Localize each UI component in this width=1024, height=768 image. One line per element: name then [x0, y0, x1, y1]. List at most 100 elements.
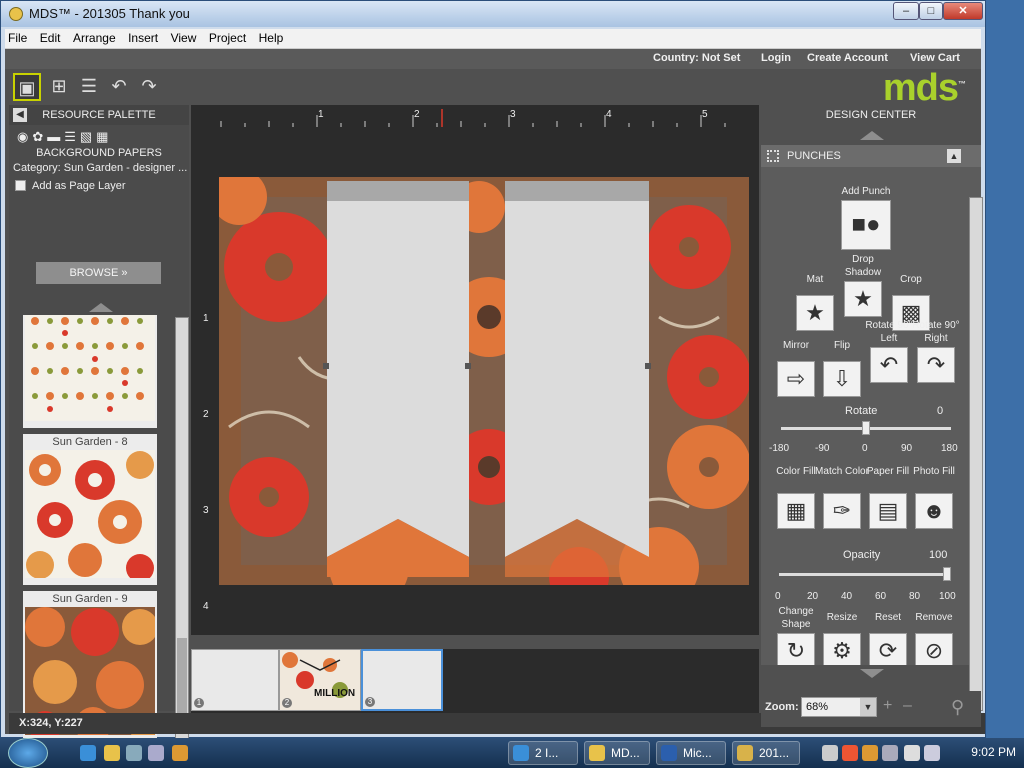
grid-icon [767, 150, 779, 162]
page-thumbnail[interactable]: MILLION 2 [279, 649, 361, 711]
drop-shadow-tool[interactable]: Drop Shadow ★ [837, 253, 889, 317]
zoom-out-button[interactable]: – [903, 697, 912, 715]
zoom-select[interactable]: 68% ▼ [801, 697, 877, 717]
volume-icon[interactable] [924, 745, 940, 761]
tray-icon[interactable] [842, 745, 858, 761]
paper-fill-icon[interactable]: ▤ [869, 493, 907, 529]
reset-icon[interactable]: ⟳ [869, 633, 907, 665]
menu-file[interactable]: File [5, 29, 30, 47]
photo-fill-tool[interactable]: Photo Fill ☻ [905, 465, 963, 529]
ruler-ticks [220, 109, 726, 127]
menu-arrange[interactable]: Arrange [70, 29, 119, 47]
opacity-slider-knob[interactable] [943, 567, 951, 581]
country-link[interactable]: Country: Not Set [653, 52, 740, 64]
remove-tool[interactable]: Remove ⊘ [905, 605, 963, 665]
task-icon [661, 745, 677, 761]
create-account-link[interactable]: Create Account [807, 52, 888, 64]
add-page-layer-checkbox[interactable]: Add as Page Layer [9, 177, 189, 195]
menu-view[interactable]: View [168, 29, 200, 47]
opacity-tick: 100 [939, 591, 956, 602]
task-icon [737, 745, 753, 761]
network-icon[interactable] [904, 745, 920, 761]
palette-scrollbar[interactable] [175, 317, 189, 742]
maximize-button[interactable]: □ [919, 2, 943, 20]
design-canvas[interactable] [219, 127, 759, 635]
collapse-palette-icon[interactable]: ◀ [13, 108, 27, 122]
palette-category-icons[interactable]: ◉✿▬☰▧▦ [9, 125, 189, 147]
zoom-value: 68% [806, 701, 829, 713]
dc-scroll-down-icon[interactable] [860, 669, 884, 678]
checkbox-box[interactable] [15, 180, 26, 191]
rotate-slider-knob[interactable] [862, 421, 870, 435]
rotate-tick: -90 [815, 443, 830, 454]
flip-icon[interactable]: ⇩ [823, 361, 861, 397]
page-thumbnail[interactable]: 1 [191, 649, 279, 711]
tray-icon[interactable] [822, 745, 838, 761]
change-shape-icon[interactable]: ↻ [777, 633, 815, 665]
remove-icon[interactable]: ⊘ [915, 633, 953, 665]
login-link[interactable]: Login [761, 52, 791, 64]
rotate-left-icon[interactable]: ↶ [870, 347, 908, 383]
color-fill-icon[interactable]: ▦ [777, 493, 815, 529]
ie-icon[interactable] [80, 745, 96, 761]
menu-help[interactable]: Help [256, 29, 287, 47]
eyedropper-icon[interactable]: ✑ [823, 493, 861, 529]
page-thumbnails: 1 MILLION 2 3 [191, 649, 759, 713]
collapse-section-icon[interactable]: ▲ [947, 149, 961, 163]
add-punch-tool[interactable]: Add Punch ■● [833, 185, 899, 250]
search-icon[interactable]: ⚲ [951, 697, 964, 718]
view-cart-link[interactable]: View Cart [910, 52, 960, 64]
punches-header[interactable]: PUNCHES ▲ [761, 145, 981, 167]
taskbar-item[interactable]: MD... [584, 741, 650, 765]
layout-view-icon[interactable]: ⊞ [45, 73, 73, 101]
desktop-icon[interactable] [126, 745, 142, 761]
mirror-icon[interactable]: ⇨ [777, 361, 815, 397]
design-center-panel: PUNCHES ▲ Add Punch ■● Mat ★ Drop Shadow… [761, 145, 981, 665]
taskbar-item[interactable]: 201... [732, 741, 800, 765]
redo-icon[interactable]: ↷ [135, 73, 163, 101]
rotate-right-tool[interactable]: Rotate 90° Right ↷ [905, 319, 967, 383]
tray-icon[interactable] [862, 745, 878, 761]
sun-garden-8-pattern [25, 450, 155, 582]
tray-icon[interactable] [882, 745, 898, 761]
design-center-scrollbar[interactable] [969, 197, 983, 711]
browse-button[interactable]: BROWSE » [36, 262, 161, 284]
palette-title: RESOURCE PALETTE [42, 109, 156, 121]
shapes-icon[interactable]: ■● [841, 200, 891, 250]
switch-windows-icon[interactable] [148, 745, 164, 761]
argyle-pattern [25, 315, 155, 421]
design-view-icon[interactable]: ▣ [13, 73, 41, 101]
close-button[interactable]: ✕ [943, 2, 983, 20]
rotate-right-icon[interactable]: ↷ [917, 347, 955, 383]
title-bar[interactable]: MDS™ - 201305 Thank you – □ ✕ [1, 1, 985, 27]
start-button[interactable] [8, 738, 48, 768]
rotate-value: 0 [937, 405, 944, 417]
paper-thumbnail[interactable] [23, 315, 157, 428]
taskbar-item[interactable]: 2 I... [508, 741, 578, 765]
mat-label: Mat [806, 274, 824, 285]
rotate-tick: 0 [862, 443, 868, 454]
mat-tool[interactable]: Mat ★ [789, 267, 841, 331]
chevron-down-icon[interactable]: ▼ [860, 698, 876, 716]
layers-icon[interactable]: ☰ [75, 73, 103, 101]
undo-icon[interactable]: ↶ [105, 73, 133, 101]
mds-quicklaunch-icon[interactable] [104, 745, 120, 761]
shadow-star-icon[interactable]: ★ [844, 281, 882, 317]
paper-thumbnail[interactable]: Sun Garden - 8 [23, 434, 157, 585]
zoom-in-button[interactable]: + [883, 697, 892, 715]
scroll-up-arrow-icon[interactable] [89, 303, 113, 312]
opacity-slider[interactable] [779, 573, 951, 576]
mat-star-icon[interactable]: ★ [796, 295, 834, 331]
minimize-button[interactable]: – [893, 2, 919, 20]
dc-scroll-up-icon[interactable] [860, 131, 884, 140]
page-number: 2 [282, 698, 292, 708]
taskbar-item[interactable]: Mic... [656, 741, 726, 765]
menu-project[interactable]: Project [206, 29, 249, 47]
page-layout[interactable] [219, 177, 749, 585]
media-icon[interactable] [172, 745, 188, 761]
resize-gear-icon[interactable]: ⚙ [823, 633, 861, 665]
menu-edit[interactable]: Edit [37, 29, 64, 47]
menu-insert[interactable]: Insert [125, 29, 161, 47]
page-thumbnail-active[interactable]: 3 [361, 649, 443, 711]
photo-fill-icon[interactable]: ☻ [915, 493, 953, 529]
